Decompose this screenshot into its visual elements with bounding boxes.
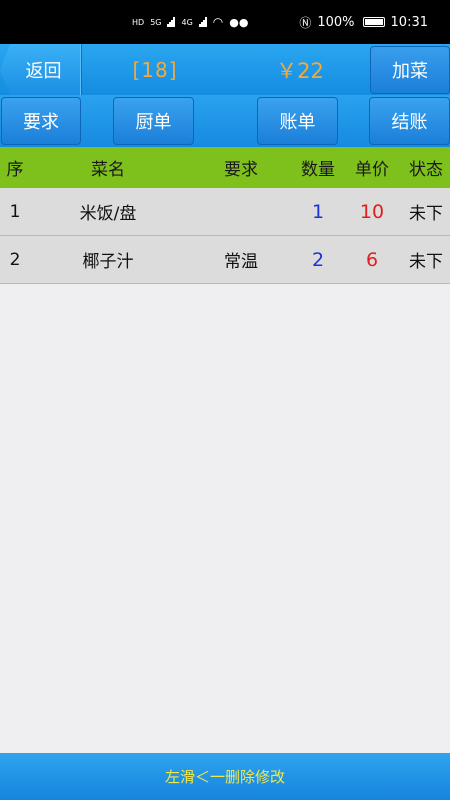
top-bar: 返回 [18] ￥22 加菜 — [0, 44, 450, 95]
checkout-button[interactable]: 结账 — [369, 97, 450, 145]
battery-icon — [362, 17, 385, 27]
status-bar: HD 5G 4G ◠ ●● Ⓝ 100% 10:31 — [0, 0, 450, 44]
swipe-hint: 左滑＜一删除修改 — [0, 753, 450, 800]
header-status: 状态 — [409, 160, 443, 180]
table-row[interactable]: 2 椰子汁 常温 2 6 未下 — [0, 236, 450, 284]
header-name: 菜名 — [91, 160, 125, 180]
row-seq: 2 — [9, 249, 21, 270]
row-unit-price: 6 — [365, 248, 379, 271]
bill-button[interactable]: 账单 — [257, 97, 338, 145]
back-button[interactable]: 返回 — [0, 44, 82, 95]
action-bar: 要求 厨单 账单 结账 — [0, 95, 450, 147]
row-requirement: 常温 — [224, 252, 258, 272]
row-status: 未下 — [409, 252, 443, 272]
kitchen-order-button[interactable]: 厨单 — [113, 97, 194, 145]
hd-indicator: HD — [132, 17, 145, 27]
header-quantity: 数量 — [301, 160, 335, 180]
battery-percent: 100% — [317, 14, 355, 30]
wechat-icon: ●● — [229, 15, 249, 29]
add-dish-button[interactable]: 加菜 — [370, 46, 450, 94]
requirement-button[interactable]: 要求 — [1, 97, 81, 145]
table-number: [18] — [132, 57, 178, 82]
header-requirement: 要求 — [224, 160, 258, 180]
row-status: 未下 — [409, 204, 443, 224]
row-quantity: 2 — [311, 248, 325, 271]
nfc-icon: Ⓝ — [299, 15, 312, 30]
row-seq: 1 — [9, 201, 21, 222]
signal-bars-icon-2 — [198, 17, 207, 27]
row-requirement — [210, 188, 272, 235]
clock: 10:31 — [390, 14, 428, 30]
row-name: 米饭/盘 — [79, 204, 137, 224]
header-unit-price: 单价 — [355, 160, 389, 180]
row-unit-price: 10 — [359, 200, 385, 223]
status-right: Ⓝ 100% 10:31 — [299, 14, 428, 31]
signal-bars-icon — [167, 17, 176, 27]
status-indicators: HD 5G 4G ◠ ●● — [132, 15, 248, 29]
signal-4g-indicator: 4G — [181, 17, 193, 27]
order-total: ￥22 — [276, 58, 324, 83]
wifi-icon: ◠ — [212, 15, 224, 29]
row-name: 椰子汁 — [82, 252, 134, 272]
signal-5g-indicator: 5G — [150, 17, 162, 27]
table-row[interactable]: 1 米饭/盘 1 10 未下 — [0, 188, 450, 236]
row-quantity: 1 — [311, 200, 325, 223]
table-header: 序 菜名 要求 数量 单价 状态 — [0, 147, 450, 188]
header-seq: 序 — [6, 160, 24, 180]
